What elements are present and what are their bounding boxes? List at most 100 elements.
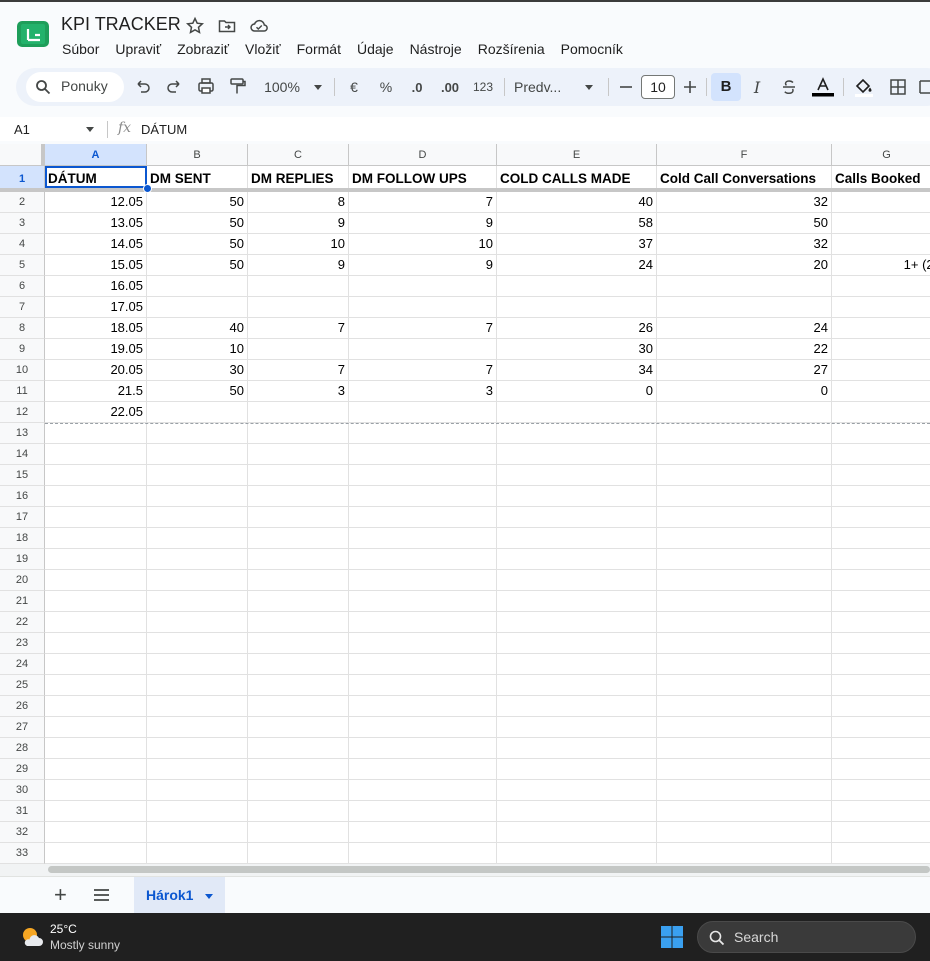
borders-icon[interactable] bbox=[888, 73, 908, 101]
cell-a16[interactable] bbox=[45, 486, 147, 507]
cell-a13[interactable] bbox=[45, 423, 147, 444]
row-header[interactable]: 17 bbox=[0, 507, 45, 528]
cell-a10[interactable]: 20.05 bbox=[45, 360, 147, 381]
cell-g32[interactable] bbox=[832, 822, 930, 843]
cell-c24[interactable] bbox=[248, 654, 349, 675]
cell-d16[interactable] bbox=[349, 486, 497, 507]
cell-e7[interactable] bbox=[497, 297, 657, 318]
cell-b19[interactable] bbox=[147, 549, 248, 570]
menu-tools[interactable]: Nástroje bbox=[402, 39, 470, 59]
cell-b32[interactable] bbox=[147, 822, 248, 843]
cell-b16[interactable] bbox=[147, 486, 248, 507]
chevron-down-icon[interactable] bbox=[205, 894, 213, 899]
cell-d10[interactable]: 7 bbox=[349, 360, 497, 381]
redo-icon[interactable] bbox=[164, 73, 184, 101]
row-header[interactable]: 14 bbox=[0, 444, 45, 465]
menu-extensions[interactable]: Rozšírenia bbox=[470, 39, 553, 59]
cell-e20[interactable] bbox=[497, 570, 657, 591]
cell-c16[interactable] bbox=[248, 486, 349, 507]
cell-d20[interactable] bbox=[349, 570, 497, 591]
cell-g3[interactable]: 4 bbox=[832, 213, 930, 234]
frozen-row-divider[interactable] bbox=[0, 188, 930, 192]
cell-f10[interactable]: 27 bbox=[657, 360, 832, 381]
cell-f28[interactable] bbox=[657, 738, 832, 759]
cell-f9[interactable]: 22 bbox=[657, 339, 832, 360]
row-header[interactable]: 25 bbox=[0, 675, 45, 696]
cell-a7[interactable]: 17.05 bbox=[45, 297, 147, 318]
cell-g2[interactable]: 5 bbox=[832, 192, 930, 213]
cell-g11[interactable]: 0 bbox=[832, 381, 930, 402]
cell-d24[interactable] bbox=[349, 654, 497, 675]
cell-g8[interactable]: 5 bbox=[832, 318, 930, 339]
cell-d22[interactable] bbox=[349, 612, 497, 633]
cell-a21[interactable] bbox=[45, 591, 147, 612]
menu-data[interactable]: Údaje bbox=[349, 39, 402, 59]
cell-a14[interactable] bbox=[45, 444, 147, 465]
cell-f4[interactable]: 32 bbox=[657, 234, 832, 255]
row-header[interactable]: 19 bbox=[0, 549, 45, 570]
number-format-button[interactable]: 123 bbox=[471, 73, 495, 101]
cell-d9[interactable] bbox=[349, 339, 497, 360]
cell-a2[interactable]: 12.05 bbox=[45, 192, 147, 213]
cell-c26[interactable] bbox=[248, 696, 349, 717]
cell-f22[interactable] bbox=[657, 612, 832, 633]
cell-b9[interactable]: 10 bbox=[147, 339, 248, 360]
cell-c21[interactable] bbox=[248, 591, 349, 612]
cell-g25[interactable] bbox=[832, 675, 930, 696]
menu-edit[interactable]: Upraviť bbox=[107, 39, 169, 59]
cell-e11[interactable]: 0 bbox=[497, 381, 657, 402]
cell-b6[interactable] bbox=[147, 276, 248, 297]
column-header-g[interactable]: G bbox=[832, 144, 930, 166]
cell-g30[interactable] bbox=[832, 780, 930, 801]
cell-g10[interactable]: 2 bbox=[832, 360, 930, 381]
fill-handle[interactable] bbox=[143, 184, 152, 193]
cell-f7[interactable] bbox=[657, 297, 832, 318]
increase-decimal-button[interactable]: .00 bbox=[437, 73, 463, 101]
cell-a12[interactable]: 22.05 bbox=[45, 402, 147, 423]
cell-d23[interactable] bbox=[349, 633, 497, 654]
cell-f18[interactable] bbox=[657, 528, 832, 549]
cell-g21[interactable] bbox=[832, 591, 930, 612]
cell-a8[interactable]: 18.05 bbox=[45, 318, 147, 339]
cell-e6[interactable] bbox=[497, 276, 657, 297]
cell-d7[interactable] bbox=[349, 297, 497, 318]
cell-c18[interactable] bbox=[248, 528, 349, 549]
cell-d5[interactable]: 9 bbox=[349, 255, 497, 276]
cell-f13[interactable] bbox=[657, 423, 832, 444]
cell-a9[interactable]: 19.05 bbox=[45, 339, 147, 360]
cell-f27[interactable] bbox=[657, 717, 832, 738]
cell-a30[interactable] bbox=[45, 780, 147, 801]
row-header[interactable]: 31 bbox=[0, 801, 45, 822]
cell-f21[interactable] bbox=[657, 591, 832, 612]
cell-c15[interactable] bbox=[248, 465, 349, 486]
cell-f32[interactable] bbox=[657, 822, 832, 843]
cell-b14[interactable] bbox=[147, 444, 248, 465]
cell-f2[interactable]: 32 bbox=[657, 192, 832, 213]
cell-b20[interactable] bbox=[147, 570, 248, 591]
cell-g28[interactable] bbox=[832, 738, 930, 759]
cell-f5[interactable]: 20 bbox=[657, 255, 832, 276]
row-header[interactable]: 33 bbox=[0, 843, 45, 864]
cell-a26[interactable] bbox=[45, 696, 147, 717]
row-header[interactable]: 4 bbox=[0, 234, 45, 255]
zoom-select[interactable]: 100% bbox=[260, 73, 326, 101]
cell-a6[interactable]: 16.05 bbox=[45, 276, 147, 297]
formula-input[interactable]: DÁTUM bbox=[141, 122, 187, 137]
column-header-a[interactable]: A bbox=[45, 144, 147, 166]
increase-font-size-icon[interactable] bbox=[681, 73, 699, 101]
cell-b22[interactable] bbox=[147, 612, 248, 633]
cell-d32[interactable] bbox=[349, 822, 497, 843]
row-header[interactable]: 30 bbox=[0, 780, 45, 801]
row-header[interactable]: 24 bbox=[0, 654, 45, 675]
cell-c13[interactable] bbox=[248, 423, 349, 444]
cell-c25[interactable] bbox=[248, 675, 349, 696]
font-size-input[interactable]: 10 bbox=[641, 75, 675, 99]
cell-c8[interactable]: 7 bbox=[248, 318, 349, 339]
decrease-decimal-button[interactable]: .0 bbox=[405, 73, 429, 101]
cell-e9[interactable]: 30 bbox=[497, 339, 657, 360]
cell-b31[interactable] bbox=[147, 801, 248, 822]
undo-icon[interactable] bbox=[133, 73, 153, 101]
cell-c31[interactable] bbox=[248, 801, 349, 822]
cell-b18[interactable] bbox=[147, 528, 248, 549]
cell-g9[interactable]: 2 bbox=[832, 339, 930, 360]
